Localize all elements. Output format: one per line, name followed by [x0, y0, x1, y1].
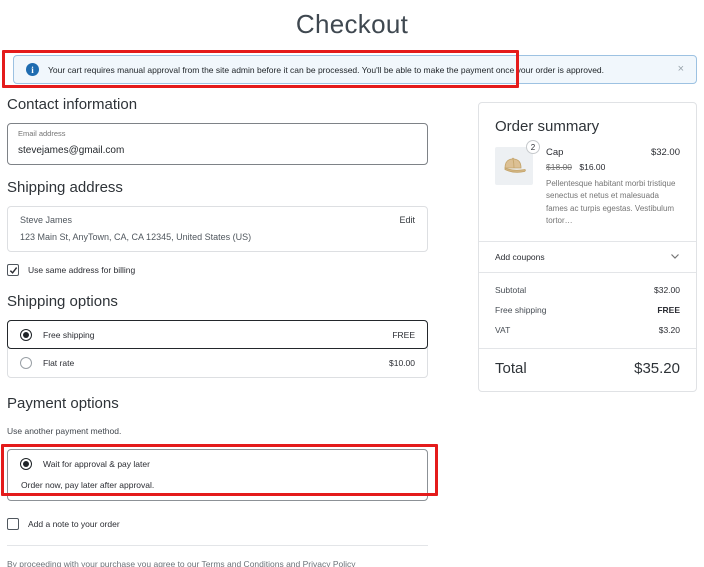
terms-text: By proceeding with your purchase you agr…	[7, 559, 356, 567]
shipping-option-label: Flat rate	[43, 358, 75, 368]
shipping-options-group: Free shipping FREE Flat rate $10.00	[7, 320, 428, 378]
order-summary-column: Order summary 2 Cap $32.00 $18.00 $16.00…	[478, 102, 697, 567]
product-price-row: $18.00 $16.00	[546, 162, 680, 172]
approval-notice-banner: i Your cart requires manual approval fro…	[13, 55, 697, 84]
email-field-value: stevejames@gmail.com	[18, 145, 125, 156]
order-note-label[interactable]: Add a note to your order	[28, 519, 120, 529]
shipping-options-heading: Shipping options	[7, 293, 118, 310]
shipping-address-details: Steve James 123 Main St, AnyTown, CA, CA…	[20, 215, 251, 242]
product-thumbnail-wrap: 2	[495, 140, 540, 228]
product-name: Cap	[546, 147, 564, 158]
email-field-label: Email address	[18, 129, 66, 138]
shipping-option-label: Free shipping	[43, 329, 95, 340]
checkout-page: Checkout i Your cart requires manual app…	[0, 0, 704, 567]
summary-row-label: Free shipping	[495, 304, 547, 315]
product-line-total: $32.00	[650, 147, 680, 158]
product-image	[495, 147, 533, 185]
cap-image-icon	[504, 157, 526, 173]
order-note-checkbox[interactable]	[7, 518, 19, 530]
summary-row-value: $3.20	[658, 324, 680, 335]
shipping-address-card: Steve James 123 Main St, AnyTown, CA, CA…	[7, 206, 428, 252]
product-original-price: $18.00	[546, 162, 572, 172]
summary-row-label: VAT	[495, 324, 511, 335]
summary-row-value: $32.00	[654, 284, 680, 295]
order-summary-heading: Order summary	[495, 118, 600, 135]
summary-vat-row: VAT $3.20	[495, 325, 680, 335]
total-label: Total	[495, 359, 527, 377]
summary-row-value: FREE	[657, 304, 680, 315]
summary-row-label: Subtotal	[495, 284, 527, 295]
close-icon[interactable]: ×	[678, 64, 684, 75]
billing-same-address-checkbox[interactable]	[7, 264, 19, 276]
shipping-address-line: 123 Main St, AnyTown, CA, CA 12345, Unit…	[20, 232, 252, 242]
product-name-row: Cap $32.00	[546, 147, 680, 158]
order-note-row: Add a note to your order	[7, 518, 428, 530]
info-icon: i	[26, 63, 39, 76]
payment-method-description: Order now, pay later after approval.	[21, 480, 155, 490]
email-field[interactable]: Email address stevejames@gmail.com	[7, 123, 428, 165]
chevron-down-icon	[670, 253, 680, 260]
product-info: Cap $32.00 $18.00 $16.00 Pellentesque ha…	[546, 147, 680, 228]
summary-total-row: Total $35.20	[479, 349, 696, 391]
order-item-row: 2 Cap $32.00 $18.00 $16.00 Pellentesque …	[479, 140, 696, 228]
order-summary-card: Order summary 2 Cap $32.00 $18.00 $16.00…	[478, 102, 697, 392]
page-title: Checkout	[295, 9, 409, 39]
summary-totals: Subtotal $32.00 Free shipping FREE VAT $…	[479, 273, 696, 348]
checkout-form-column: Contact information Email address stevej…	[1, 96, 438, 567]
summary-subtotal-row: Subtotal $32.00	[495, 285, 680, 295]
payment-method-wrap: Wait for approval & pay later Order now,…	[1, 444, 438, 501]
footer-divider	[7, 545, 428, 546]
payment-method-option[interactable]: Wait for approval & pay later Order now,…	[7, 449, 428, 501]
payment-method-label[interactable]: Wait for approval & pay later	[43, 459, 150, 469]
approval-notice-text: Your cart requires manual approval from …	[48, 64, 605, 75]
shipping-option-flat-rate[interactable]: Flat rate $10.00	[8, 349, 427, 377]
add-coupons-toggle[interactable]: Add coupons	[479, 242, 696, 272]
radio-selected-icon[interactable]	[20, 328, 32, 341]
contact-information-heading: Contact information	[7, 96, 138, 113]
total-value: $35.20	[634, 359, 680, 377]
quantity-badge: 2	[526, 140, 540, 154]
payment-method-radio-row: Wait for approval & pay later	[20, 458, 415, 470]
billing-same-address-label[interactable]: Use same address for billing	[28, 265, 135, 275]
shipping-option-free[interactable]: Free shipping FREE	[7, 320, 428, 349]
shipping-option-price: $10.00	[389, 358, 415, 368]
payment-subtext: Use another payment method.	[7, 426, 122, 436]
add-coupons-label: Add coupons	[495, 251, 545, 262]
radio-unselected-icon[interactable]	[20, 357, 32, 369]
payment-options-heading: Payment options	[7, 395, 119, 412]
checkout-main: Contact information Email address stevej…	[1, 96, 697, 567]
shipping-address-heading: Shipping address	[7, 179, 123, 196]
shipping-address-name: Steve James	[20, 215, 73, 225]
approval-notice-wrap: i Your cart requires manual approval fro…	[2, 50, 697, 88]
radio-selected-icon[interactable]	[20, 458, 32, 470]
summary-shipping-row: Free shipping FREE	[495, 305, 680, 315]
checkmark-icon	[9, 266, 17, 274]
product-description: Pellentesque habitant morbi tristique se…	[546, 179, 676, 226]
product-sale-price: $16.00	[579, 162, 606, 172]
shipping-option-price: FREE	[392, 329, 415, 340]
billing-same-address-row: Use same address for billing	[7, 264, 428, 276]
edit-address-button[interactable]: Edit	[399, 215, 415, 242]
